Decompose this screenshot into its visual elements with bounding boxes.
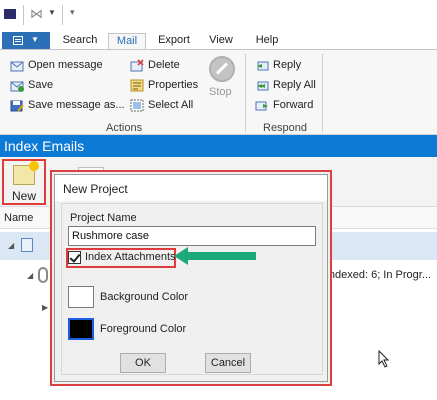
save-as-icon xyxy=(10,100,24,112)
tab-view[interactable]: View xyxy=(203,33,239,50)
document-icon xyxy=(13,36,23,45)
properties-icon xyxy=(130,79,144,92)
forward-icon xyxy=(255,101,268,111)
index-attachments-label[interactable]: Index Attachments xyxy=(85,251,176,263)
dialog-body: Project Name Rushmore case Index Attachm… xyxy=(61,203,323,375)
file-menu-button[interactable]: ▼ xyxy=(2,32,50,49)
customize-toolbar-button[interactable]: ▾ xyxy=(70,7,75,18)
project-name-input[interactable]: Rushmore case xyxy=(68,226,316,246)
project-name-value: Rushmore case xyxy=(72,230,150,242)
panel-title: Index Emails xyxy=(0,135,437,157)
column-name-label[interactable]: Name xyxy=(4,212,33,224)
new-project-icon xyxy=(13,161,39,185)
respond-group-label: Respond xyxy=(263,122,308,134)
project-icon xyxy=(21,238,33,252)
open-message-icon xyxy=(10,61,24,72)
ribbon: Open message Save Save message as... Del… xyxy=(0,49,437,135)
attachment-icon xyxy=(38,267,48,283)
collapse-icon[interactable]: ◢ xyxy=(27,271,33,280)
tab-search[interactable]: Search xyxy=(58,33,102,50)
project-name-label: Project Name xyxy=(70,212,137,224)
toolbar-divider xyxy=(23,5,24,25)
stop-button[interactable]: Stop xyxy=(206,56,236,104)
tab-export[interactable]: Export xyxy=(152,33,196,50)
ok-button[interactable]: OK xyxy=(120,353,166,373)
chevron-down-icon: ▼ xyxy=(31,35,39,44)
index-attachments-checkbox[interactable] xyxy=(68,251,81,264)
tab-help[interactable]: Help xyxy=(250,33,284,50)
background-color-label: Background Color xyxy=(100,291,189,303)
reply-all-icon xyxy=(257,81,269,91)
foreground-color-label: Foreground Color xyxy=(100,323,187,335)
group-divider xyxy=(322,54,323,132)
new-project-dialog: New Project Project Name Rushmore case I… xyxy=(54,174,328,382)
cancel-button[interactable]: Cancel xyxy=(205,353,251,373)
ribbon-tabs: ▼ Search Mail Export View Help xyxy=(0,30,437,50)
annotation-arrow-icon xyxy=(174,247,256,265)
dialog-title-bar: New Project xyxy=(55,175,327,201)
app-logo-icon xyxy=(4,9,16,19)
reply-icon xyxy=(257,61,269,71)
tab-mail[interactable]: Mail xyxy=(108,33,146,50)
dialog-title: New Project xyxy=(63,182,128,196)
new-project-dialog-highlight: New Project Project Name Rushmore case I… xyxy=(50,170,332,386)
background-color-swatch[interactable] xyxy=(68,286,94,308)
chevron-down-icon[interactable]: ▼ xyxy=(48,8,56,17)
collapse-icon[interactable]: ◢ xyxy=(8,241,14,250)
save-icon xyxy=(10,81,24,92)
group-divider xyxy=(245,54,246,132)
quick-access-toolbar: ⋈ ▼ ▾ xyxy=(0,0,437,30)
actions-group-label: Actions xyxy=(106,122,143,134)
visual-studio-icon[interactable]: ⋈ xyxy=(30,6,48,22)
mouse-cursor-icon xyxy=(378,350,390,368)
select-all-icon xyxy=(130,99,144,112)
foreground-color-swatch[interactable] xyxy=(68,318,94,340)
delete-icon xyxy=(130,59,144,72)
expand-icon[interactable]: ▶ xyxy=(42,303,48,312)
toolbar-divider xyxy=(62,5,63,25)
new-project-button[interactable]: New xyxy=(2,159,46,205)
stop-icon xyxy=(209,56,235,82)
